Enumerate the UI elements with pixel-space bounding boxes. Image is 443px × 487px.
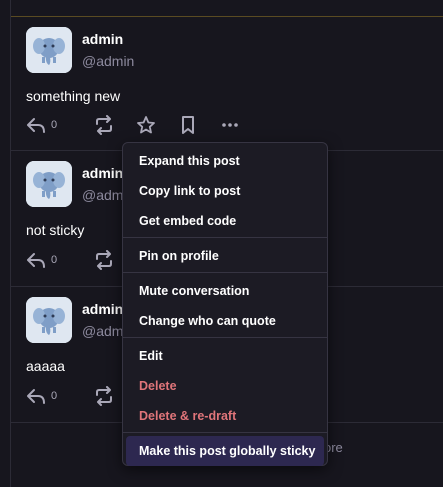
menu-item-expand-post[interactable]: Expand this post bbox=[123, 146, 327, 176]
menu-separator bbox=[123, 432, 327, 433]
reply-button[interactable]: 0 bbox=[26, 385, 57, 407]
more-button[interactable] bbox=[220, 114, 240, 136]
bookmark-button[interactable] bbox=[180, 114, 196, 136]
post-1[interactable]: admin @admin something new 0 bbox=[11, 17, 443, 150]
post-content: aaaaa bbox=[26, 358, 65, 374]
avatar[interactable] bbox=[26, 161, 72, 207]
menu-item-make-sticky[interactable]: Make this post globally sticky bbox=[126, 436, 324, 466]
boost-icon bbox=[96, 386, 112, 406]
bookmark-icon bbox=[182, 116, 194, 134]
reply-icon bbox=[27, 118, 45, 133]
boost-icon bbox=[96, 250, 112, 270]
menu-item-delete[interactable]: Delete bbox=[123, 371, 327, 401]
reply-count: 0 bbox=[51, 254, 58, 266]
reply-button[interactable]: 0 bbox=[26, 114, 57, 136]
display-name[interactable]: admin bbox=[82, 31, 123, 47]
mastodon-elephant-icon bbox=[26, 161, 72, 207]
boost-button[interactable] bbox=[94, 385, 114, 407]
post-content: something new bbox=[26, 88, 121, 104]
post-actions: 0 bbox=[26, 249, 126, 271]
account-handle[interactable]: @admin bbox=[82, 53, 134, 69]
star-icon bbox=[137, 116, 155, 134]
menu-item-embed-code[interactable]: Get embed code bbox=[123, 206, 327, 236]
reply-icon bbox=[27, 389, 45, 404]
menu-item-edit[interactable]: Edit bbox=[123, 341, 327, 371]
boost-button[interactable] bbox=[94, 249, 114, 271]
boost-button[interactable] bbox=[94, 114, 114, 136]
avatar[interactable] bbox=[26, 297, 72, 343]
post-options-menu: Expand this post Copy link to post Get e… bbox=[122, 142, 328, 466]
reply-button[interactable]: 0 bbox=[26, 249, 57, 271]
menu-item-pin-profile[interactable]: Pin on profile bbox=[123, 241, 327, 271]
mastodon-elephant-icon bbox=[26, 297, 72, 343]
menu-item-mute-conversation[interactable]: Mute conversation bbox=[123, 276, 327, 306]
display-name[interactable]: admin bbox=[82, 301, 123, 317]
more-horizontal-icon bbox=[222, 123, 238, 127]
post-actions: 0 bbox=[26, 385, 126, 407]
menu-separator bbox=[123, 272, 327, 273]
reply-count: 0 bbox=[51, 119, 58, 131]
menu-item-copy-link[interactable]: Copy link to post bbox=[123, 176, 327, 206]
reply-icon bbox=[27, 253, 45, 268]
menu-item-delete-redraft[interactable]: Delete & re-draft bbox=[123, 401, 327, 431]
avatar[interactable] bbox=[26, 27, 72, 73]
post-actions: 0 bbox=[26, 114, 246, 136]
menu-item-change-quote[interactable]: Change who can quote bbox=[123, 306, 327, 336]
favourite-button[interactable] bbox=[136, 114, 156, 136]
menu-separator bbox=[123, 237, 327, 238]
mastodon-elephant-icon bbox=[26, 27, 72, 73]
menu-separator bbox=[123, 337, 327, 338]
post-content: not sticky bbox=[26, 222, 85, 238]
display-name[interactable]: admin bbox=[82, 165, 123, 181]
boost-icon bbox=[96, 115, 112, 135]
timeline: admin @admin something new 0 admin @admi… bbox=[0, 0, 443, 487]
reply-count: 0 bbox=[51, 390, 58, 402]
